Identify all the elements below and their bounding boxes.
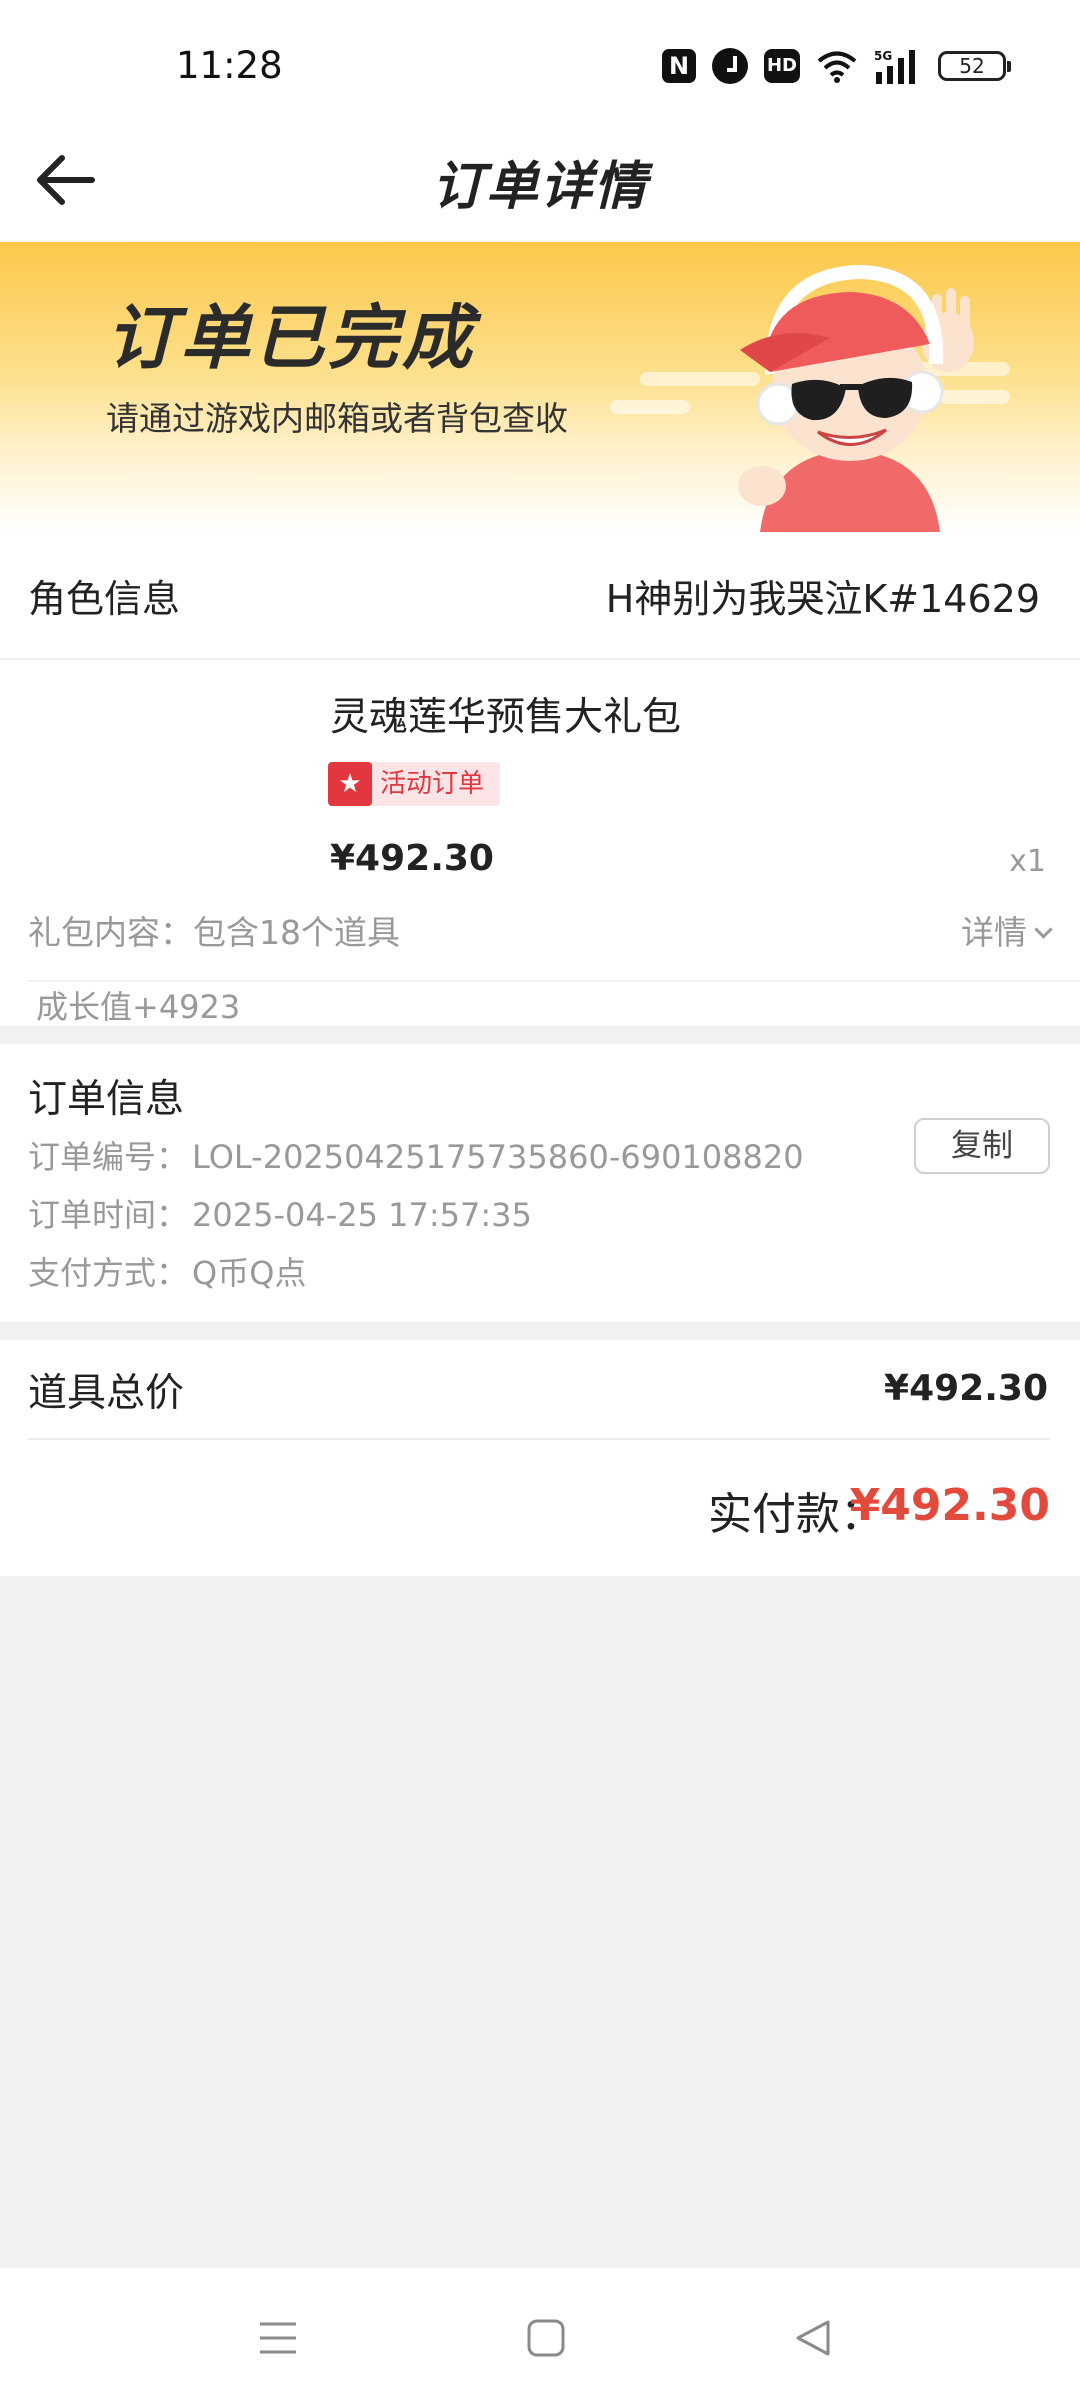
page-title: 订单详情 — [431, 157, 648, 217]
order-time-value: 2025-04-25 17:57:35 — [192, 1196, 532, 1234]
system-navigation-bar — [0, 2268, 1080, 2400]
battery-icon: 52 — [938, 51, 1011, 81]
signal-icon: 5G — [874, 49, 915, 84]
back-triangle-icon[interactable] — [784, 2308, 844, 2368]
role-info-label: 角色信息 — [28, 577, 181, 621]
payment-method-label: 支付方式： — [28, 1254, 189, 1292]
gift-contents-label: 礼包内容： — [28, 913, 193, 952]
gift-contents-value: 包含18个道具 — [193, 913, 400, 952]
mascot-illustration — [738, 264, 974, 532]
product-name: 灵魂莲华预售大礼包 — [330, 695, 682, 740]
amount-paid-value: ¥492.30 — [849, 1480, 1050, 1531]
order-number-line: 订单编号： LOL-20250425175735860-690108820 — [28, 1132, 804, 1178]
wifi-icon — [817, 51, 857, 83]
order-info-title: 订单信息 — [28, 1077, 185, 1122]
gift-contents: 礼包内容：包含18个道具 — [28, 906, 400, 954]
copy-order-number-button[interactable]: 复制 — [914, 1118, 1050, 1174]
order-info-section: 订单信息 订单编号： LOL-20250425175735860-69010882… — [0, 1044, 1080, 1322]
order-status-title: 订单已完成 — [106, 297, 476, 379]
items-total-value: ¥492.30 — [884, 1368, 1048, 1409]
menu-icon[interactable] — [248, 2308, 308, 2368]
chevron-down-icon — [1034, 920, 1053, 939]
status-time: 11:28 — [176, 44, 283, 87]
product-card: 灵魂莲华预售大礼包 ★ 活动订单 ¥492.30 x1 礼包内容：包含18个道具… — [0, 660, 1080, 1026]
role-info-row: 角色信息 H神别为我哭泣K#14629 — [0, 532, 1080, 660]
order-number-label: 订单编号： — [28, 1138, 189, 1176]
hd-icon: HD — [764, 49, 800, 83]
product-quantity: x1 — [1009, 844, 1046, 879]
activity-order-badge: ★ 活动订单 — [328, 762, 501, 806]
nfc-icon: N — [662, 49, 696, 83]
status-icons: N HD 5G 52 — [662, 44, 1011, 88]
home-icon[interactable] — [516, 2308, 576, 2368]
page-header: 订单详情 — [0, 120, 1080, 242]
gift-detail-label: 详情 — [961, 913, 1027, 952]
totals-section: 道具总价 ¥492.30 实付款： ¥492.30 — [0, 1340, 1080, 1576]
order-status-banner: 订单已完成 请通过游戏内邮箱或者背包查收 — [0, 242, 1080, 532]
items-total-label: 道具总价 — [28, 1371, 185, 1416]
payment-method-line: 支付方式： Q币Q点 — [28, 1248, 306, 1294]
status-bar: 11:28 N HD 5G 52 — [0, 0, 1080, 120]
order-time-label: 订单时间： — [28, 1196, 189, 1234]
network-type-label: 5G — [874, 49, 892, 63]
divider — [28, 1438, 1050, 1440]
growth-value: 成长值+4923 — [36, 988, 241, 1026]
product-price: ¥492.30 — [330, 838, 494, 879]
role-name-value: H神别为我哭泣K#14629 — [605, 577, 1040, 621]
gift-detail-toggle[interactable]: 详情 — [961, 906, 1053, 954]
activity-order-badge-label: 活动订单 — [380, 769, 485, 799]
order-status-subtitle: 请通过游戏内邮箱或者背包查收 — [106, 399, 568, 438]
banner-cloud-decoration — [610, 400, 690, 414]
payment-method-value: Q币Q点 — [192, 1254, 307, 1292]
order-time-line: 订单时间： 2025-04-25 17:57:35 — [28, 1190, 532, 1236]
star-badge-icon: ★ — [328, 762, 372, 806]
alarm-icon — [712, 48, 748, 84]
order-number-value: LOL-20250425175735860-690108820 — [192, 1138, 804, 1176]
